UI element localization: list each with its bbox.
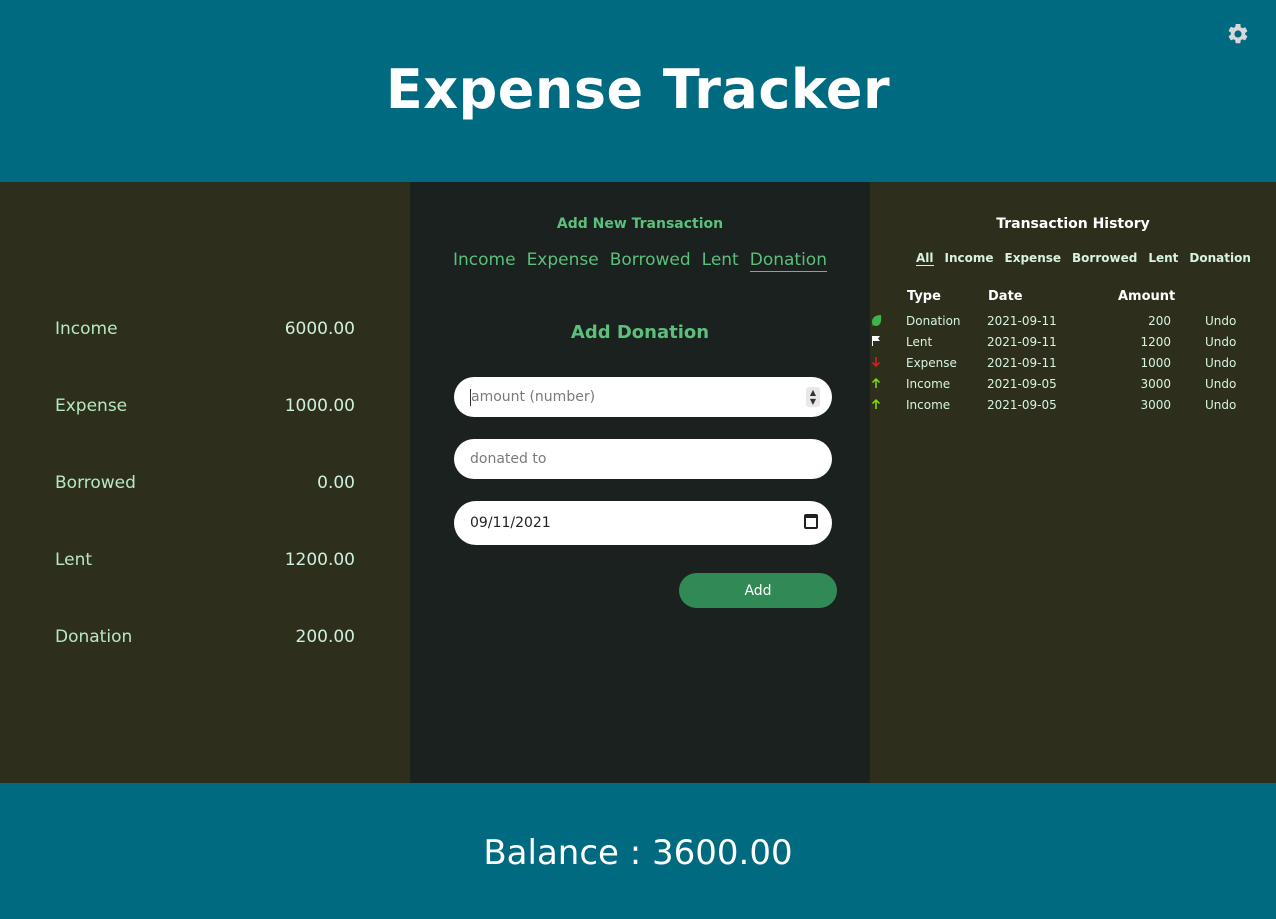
- undo-button[interactable]: Undo: [1205, 377, 1236, 391]
- summary-panel: Income 6000.00 Expense 1000.00 Borrowed …: [0, 182, 410, 783]
- filter-expense[interactable]: Expense: [1005, 251, 1062, 266]
- row-date: 2021-09-11: [987, 314, 1057, 328]
- table-row: Lent 2021-09-11 1200 Undo: [870, 335, 1276, 355]
- row-amount: 1200: [1140, 335, 1171, 349]
- tab-borrowed[interactable]: Borrowed: [610, 250, 691, 272]
- undo-button[interactable]: Undo: [1205, 398, 1236, 412]
- arrow-up-icon: [871, 398, 881, 409]
- filter-lent[interactable]: Lent: [1148, 251, 1178, 266]
- tab-donation[interactable]: Donation: [749, 250, 827, 272]
- filter-donation[interactable]: Donation: [1189, 251, 1250, 266]
- row-amount: 3000: [1140, 398, 1171, 412]
- footer: Balance : 3600.00: [0, 783, 1276, 919]
- column-header-date: Date: [988, 289, 1023, 304]
- balance-text: Balance : 3600.00: [483, 833, 793, 873]
- history-title: Transaction History: [996, 216, 1150, 232]
- summary-value: 1000.00: [284, 396, 355, 416]
- row-type: Expense: [906, 356, 957, 370]
- summary-value: 0.00: [317, 473, 355, 493]
- row-type: Income: [906, 398, 951, 412]
- amount-input[interactable]: amount (number) ▲ ▼: [454, 377, 832, 417]
- summary-label: Borrowed: [55, 473, 136, 493]
- row-amount: 200: [1148, 314, 1171, 328]
- gear-icon[interactable]: [1226, 22, 1250, 46]
- filter-all[interactable]: All: [916, 251, 934, 266]
- arrow-down-icon: [871, 357, 881, 368]
- row-type: Lent: [906, 335, 933, 349]
- date-input[interactable]: 09/11/2021: [454, 501, 832, 545]
- row-date: 2021-09-11: [987, 356, 1057, 370]
- summary-value: 200.00: [295, 627, 355, 647]
- row-date: 2021-09-05: [987, 377, 1057, 391]
- filter-borrowed[interactable]: Borrowed: [1072, 251, 1137, 266]
- tab-lent[interactable]: Lent: [702, 250, 739, 272]
- row-type: Donation: [906, 314, 961, 328]
- column-header-type: Type: [907, 289, 941, 304]
- filter-income[interactable]: Income: [945, 251, 994, 266]
- donated-to-placeholder: donated to: [470, 451, 547, 467]
- tab-income[interactable]: Income: [453, 250, 516, 272]
- summary-label: Lent: [55, 550, 93, 570]
- history-filter-tabs: All Income Expense Borrowed Lent Donatio…: [916, 251, 1251, 266]
- amount-placeholder: amount (number): [471, 389, 596, 405]
- calendar-icon[interactable]: [804, 514, 818, 529]
- table-row: Income 2021-09-05 3000 Undo: [870, 398, 1276, 418]
- summary-income: Income 6000.00: [55, 316, 355, 342]
- undo-button[interactable]: Undo: [1205, 314, 1236, 328]
- table-row: Donation 2021-09-11 200 Undo: [870, 314, 1276, 334]
- date-value: 09/11/2021: [470, 515, 551, 531]
- add-transaction-panel: Add New Transaction Income Expense Borro…: [410, 182, 870, 783]
- undo-button[interactable]: Undo: [1205, 335, 1236, 349]
- app-title: Expense Tracker: [385, 58, 891, 121]
- transaction-history-panel: Transaction History All Income Expense B…: [870, 182, 1276, 783]
- tab-expense[interactable]: Expense: [527, 250, 599, 272]
- summary-donation: Donation 200.00: [55, 624, 355, 650]
- row-type: Income: [906, 377, 951, 391]
- undo-button[interactable]: Undo: [1205, 356, 1236, 370]
- row-amount: 3000: [1140, 377, 1171, 391]
- leaf-icon: [871, 315, 882, 326]
- row-amount: 1000: [1140, 356, 1171, 370]
- summary-borrowed: Borrowed 0.00: [55, 470, 355, 496]
- flag-icon: [872, 336, 880, 346]
- summary-expense: Expense 1000.00: [55, 393, 355, 419]
- summary-label: Donation: [55, 627, 133, 647]
- number-spinner-icon[interactable]: ▲ ▼: [806, 387, 820, 407]
- summary-value: 1200.00: [284, 550, 355, 570]
- arrow-up-icon: [871, 377, 881, 388]
- column-header-amount: Amount: [1118, 289, 1176, 304]
- summary-lent: Lent 1200.00: [55, 547, 355, 573]
- transaction-type-tabs: Income Expense Borrowed Lent Donation: [410, 250, 870, 272]
- donated-to-input[interactable]: donated to: [454, 439, 832, 479]
- summary-label: Income: [55, 319, 118, 339]
- row-date: 2021-09-11: [987, 335, 1057, 349]
- header: Expense Tracker: [0, 0, 1276, 182]
- summary-value: 6000.00: [284, 319, 355, 339]
- row-date: 2021-09-05: [987, 398, 1057, 412]
- table-row: Income 2021-09-05 3000 Undo: [870, 377, 1276, 397]
- summary-label: Expense: [55, 396, 128, 416]
- table-row: Expense 2021-09-11 1000 Undo: [870, 356, 1276, 376]
- add-transaction-title: Add New Transaction: [556, 216, 724, 232]
- form-title: Add Donation: [570, 322, 710, 343]
- add-button[interactable]: Add: [679, 573, 837, 608]
